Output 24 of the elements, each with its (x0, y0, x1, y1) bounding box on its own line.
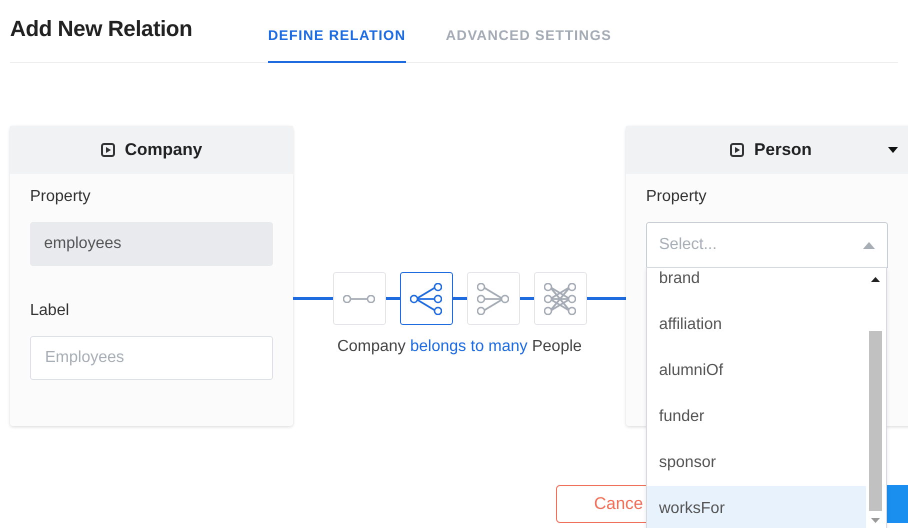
property-field: employees (30, 222, 273, 266)
entity-icon (100, 143, 115, 157)
field-label: Label (30, 302, 70, 320)
tab[interactable]: DEFINE RELATION (268, 27, 406, 63)
many-to-one-icon (477, 282, 509, 314)
caret-icon[interactable] (888, 147, 898, 153)
entity-icon (730, 143, 744, 157)
many-to-many-icon (544, 282, 576, 314)
one-to-one-icon (343, 294, 375, 302)
one-to-many-icon (410, 282, 442, 314)
field-label: Property (646, 188, 708, 206)
dropdown-option[interactable]: worksFor (647, 486, 866, 528)
scrollbar[interactable] (866, 268, 886, 528)
scroll-up-icon[interactable] (871, 277, 880, 282)
field-label: Property (30, 188, 92, 206)
entity-name: Person (754, 140, 812, 160)
dropdown-option[interactable]: brand (647, 268, 866, 302)
dialog-title: Add New Relation (10, 16, 194, 42)
relation-type-button[interactable] (400, 272, 452, 325)
scroll-down-icon[interactable] (871, 518, 880, 523)
caret-icon (863, 242, 875, 248)
label-input[interactable]: Employees (30, 336, 273, 380)
entity-name: Company (124, 140, 202, 160)
relation-caption: Company belongs to many People (337, 338, 582, 356)
